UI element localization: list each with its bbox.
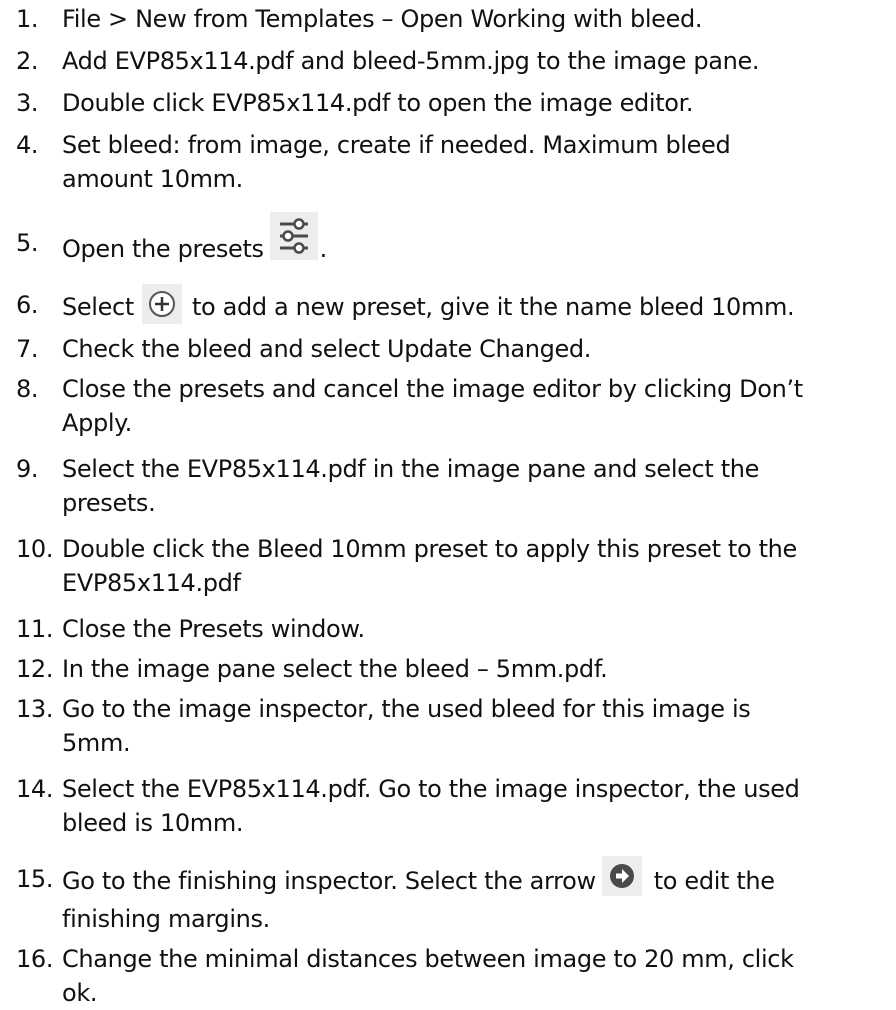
- step-text: Select the EVP85x114.pdf in the image pa…: [62, 455, 760, 483]
- step-text-continued: presets.: [62, 489, 156, 517]
- step-text-continued: 5mm.: [62, 729, 131, 757]
- step-number: 2.: [16, 47, 39, 75]
- step-text-continued: finishing margins.: [62, 905, 270, 933]
- step-number: 5.: [16, 229, 39, 257]
- step-number: 14.: [16, 775, 54, 803]
- step-number: 6.: [16, 291, 39, 319]
- step-text: Check the bleed and select Update Change…: [62, 335, 592, 363]
- step-text: Go to the finishing inspector. Select th…: [62, 867, 596, 895]
- step-number: 11.: [16, 615, 54, 643]
- step-text: In the image pane select the bleed – 5mm…: [62, 655, 608, 683]
- arrow-circle-icon: [601, 856, 642, 896]
- step-number: 13.: [16, 695, 54, 723]
- step-text-continued: Apply.: [62, 409, 132, 437]
- step-number: 16.: [16, 945, 54, 973]
- step-text: Close the presets and cancel the image e…: [62, 375, 803, 403]
- step-text: Double click the Bleed 10mm preset to ap…: [62, 535, 797, 563]
- step-number: 15.: [16, 865, 54, 893]
- step-text: Go to the image inspector, the used blee…: [62, 695, 751, 723]
- step-text-end: .: [319, 235, 328, 263]
- step-text: Close the Presets window.: [62, 615, 365, 643]
- add-circle-icon: [141, 284, 182, 324]
- step-text-continued: ok.: [62, 979, 98, 1007]
- step-text: File > New from Templates – Open Working…: [62, 5, 703, 33]
- instruction-list: 1. File > New from Templates – Open Work…: [0, 0, 896, 1008]
- step-text: Select: [62, 293, 134, 321]
- step-text-end: to edit the: [653, 867, 775, 895]
- step-number: 8.: [16, 375, 39, 403]
- step-text: Double click EVP85x114.pdf to open the i…: [62, 89, 694, 117]
- step-number: 12.: [16, 655, 54, 683]
- step-number: 3.: [16, 89, 39, 117]
- step-number: 1.: [16, 5, 39, 33]
- step-text-continued: bleed is 10mm.: [62, 809, 244, 837]
- step-text: Add EVP85x114.pdf and bleed-5mm.jpg to t…: [62, 47, 760, 75]
- step-text-continued: EVP85x114.pdf: [62, 569, 241, 597]
- step-number: 9.: [16, 455, 39, 483]
- step-text: Open the presets: [62, 235, 264, 263]
- presets-sliders-icon: [269, 212, 318, 260]
- step-number: 4.: [16, 131, 39, 159]
- step-text-continued: amount 10mm.: [62, 165, 243, 193]
- step-text: Set bleed: from image, create if needed.…: [62, 131, 731, 159]
- step-text: Select the EVP85x114.pdf. Go to the imag…: [62, 775, 800, 803]
- step-text-end: to add a new preset, give it the name bl…: [191, 293, 795, 321]
- step-text: Change the minimal distances between ima…: [62, 945, 794, 973]
- step-number: 10.: [16, 535, 54, 563]
- step-number: 7.: [16, 335, 39, 363]
